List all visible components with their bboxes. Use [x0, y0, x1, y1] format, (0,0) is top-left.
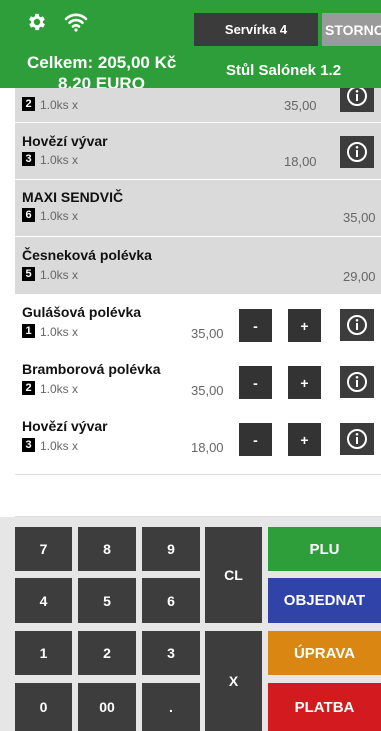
plu-button[interactable]: PLU — [268, 527, 381, 571]
open-order-item[interactable]: Bramborová polévka 2 1.0ks x 35,00 - + — [15, 352, 381, 408]
key-8[interactable]: 8 — [78, 527, 136, 571]
key-4[interactable]: 4 — [15, 578, 72, 623]
key-3[interactable]: 3 — [142, 631, 200, 675]
storno-button[interactable]: STORNO — [322, 13, 381, 46]
gear-icon[interactable] — [26, 11, 48, 38]
item-name: Hovězí vývar — [22, 418, 108, 434]
increase-qty-button[interactable]: + — [288, 423, 321, 456]
multiply-key[interactable]: X — [205, 631, 262, 731]
clear-key[interactable]: CL — [205, 527, 262, 623]
item-price: 35,00 — [191, 326, 224, 341]
open-order-item[interactable]: Hovězí vývar 3 1.0ks x 18,00 - + — [15, 409, 381, 467]
key-6[interactable]: 6 — [142, 578, 200, 623]
item-seq-badge: 2 — [22, 381, 35, 395]
increase-qty-button[interactable]: + — [288, 366, 321, 399]
info-icon — [347, 88, 367, 106]
key-decimal[interactable]: . — [142, 683, 200, 731]
item-info-button[interactable] — [340, 366, 374, 398]
decrease-qty-button[interactable]: - — [239, 423, 272, 456]
key-5[interactable]: 5 — [78, 578, 136, 623]
item-qty: 1.0ks x — [40, 325, 79, 339]
order-list[interactable]: 2 1.0ks x 35,00 Hovězí vývar 3 1.0ks x 1… — [15, 88, 381, 468]
item-name: Hovězí vývar — [22, 133, 108, 149]
item-qty: 1.0ks x — [40, 382, 79, 396]
total-eur: 8,20 EURO — [58, 76, 145, 88]
item-price: 18,00 — [284, 154, 317, 169]
item-seq-badge: 1 — [22, 324, 35, 338]
item-qty: 1.0ks x — [40, 268, 79, 282]
key-9[interactable]: 9 — [142, 527, 200, 571]
order-button[interactable]: OBJEDNAT — [268, 578, 381, 623]
header-icons — [26, 12, 88, 36]
key-2[interactable]: 2 — [78, 631, 136, 675]
item-name: Bramborová polévka — [22, 361, 161, 377]
item-qty: 1.0ks x — [40, 98, 79, 112]
sent-order-item[interactable]: MAXI SENDVIČ 6 1.0ks x 35,00 — [15, 180, 381, 236]
item-info-button[interactable] — [340, 423, 374, 455]
item-price: 35,00 — [343, 210, 376, 225]
sent-order-item[interactable]: Hovězí vývar 3 1.0ks x 18,00 — [15, 123, 381, 179]
decrease-qty-button[interactable]: - — [239, 366, 272, 399]
item-seq-badge: 5 — [22, 267, 35, 281]
info-icon — [347, 142, 367, 162]
item-info-button[interactable] — [340, 88, 374, 112]
key-00[interactable]: 00 — [78, 683, 136, 731]
item-seq-badge: 3 — [22, 438, 35, 452]
item-seq-badge: 6 — [22, 208, 35, 222]
item-name: Česneková polévka — [22, 247, 152, 263]
edit-button[interactable]: ÚPRAVA — [268, 631, 381, 675]
item-price: 29,00 — [343, 269, 376, 284]
pay-button[interactable]: PLATBA — [268, 683, 381, 731]
key-7[interactable]: 7 — [15, 527, 72, 571]
item-name: Gulášová polévka — [22, 304, 142, 320]
item-seq-badge: 3 — [22, 152, 35, 166]
sent-order-item[interactable]: Česneková polévka 5 1.0ks x 29,00 — [15, 237, 381, 294]
item-price: 18,00 — [191, 440, 224, 455]
key-0[interactable]: 0 — [15, 683, 72, 731]
sent-order-item[interactable]: 2 1.0ks x 35,00 — [15, 88, 381, 122]
server-button[interactable]: Servírka 4 — [194, 13, 318, 46]
info-icon — [347, 429, 367, 449]
item-price: 35,00 — [284, 98, 317, 113]
decrease-qty-button[interactable]: - — [239, 309, 272, 342]
open-order-item[interactable]: Gulášová polévka 1 1.0ks x 35,00 - + — [15, 295, 381, 351]
item-qty: 1.0ks x — [40, 439, 79, 453]
info-icon — [347, 372, 367, 392]
key-1[interactable]: 1 — [15, 631, 72, 675]
item-info-button[interactable] — [340, 136, 374, 168]
item-qty: 1.0ks x — [40, 209, 79, 223]
header-bar: Servírka 4 STORNO Celkem: 205,00 Kč 8,20… — [0, 0, 381, 88]
item-seq-badge: 2 — [22, 97, 35, 111]
item-name: MAXI SENDVIČ — [22, 189, 124, 205]
info-icon — [347, 315, 367, 335]
wifi-icon — [64, 12, 88, 37]
keypad: 7 8 9 4 5 6 1 2 3 0 00 . CL X PLU OBJEDN… — [0, 517, 381, 731]
increase-qty-button[interactable]: + — [288, 309, 321, 342]
item-qty: 1.0ks x — [40, 153, 79, 167]
amount-input[interactable] — [15, 474, 381, 517]
table-name[interactable]: Stůl Salónek 1.2 — [226, 62, 341, 79]
item-price: 35,00 — [191, 383, 224, 398]
item-info-button[interactable] — [340, 309, 374, 341]
total-czk: Celkem: 205,00 Kč — [27, 53, 177, 72]
